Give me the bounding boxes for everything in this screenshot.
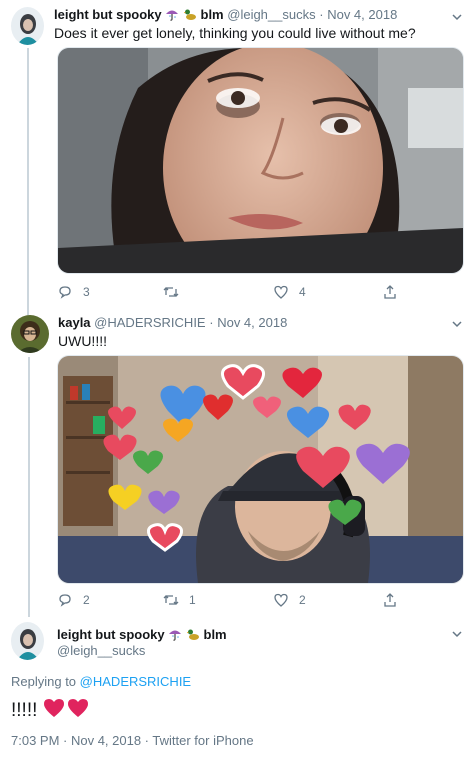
chevron-down-icon[interactable] [451, 317, 463, 329]
tweet-1[interactable]: leight but spooky blm @leigh__sucks · No… [0, 0, 474, 318]
duck-emoji [186, 627, 200, 644]
like-count: 4 [299, 285, 306, 299]
chevron-down-icon[interactable] [451, 10, 463, 22]
tweet-photo[interactable] [57, 355, 464, 584]
retweet-count: 1 [189, 593, 196, 607]
heart-emoji [67, 698, 89, 724]
heart-emoji [43, 698, 65, 724]
tweet-timestamp[interactable]: 7:03 PM · Nov 4, 2018 · Twitter for iPho… [11, 733, 254, 748]
tweet-photo[interactable] [57, 47, 464, 274]
display-name-suffix: blm [203, 627, 227, 642]
tweet-date[interactable]: Nov 4, 2018 [327, 7, 397, 22]
thread-line [27, 48, 29, 318]
retweet-icon [163, 595, 179, 605]
display-name-suffix: blm [200, 7, 224, 22]
replying-to-label: Replying to [11, 674, 77, 689]
tweet-text: UWU!!!! [58, 333, 107, 349]
tweet-text: Does it ever get lonely, thinking you co… [54, 25, 416, 41]
like-icon [274, 593, 288, 607]
display-name[interactable]: leight but spooky [54, 7, 162, 22]
retweet-icon [163, 287, 179, 297]
handle[interactable]: @HADERSRICHIE [94, 315, 205, 330]
replying-to-link[interactable]: @HADERSRICHIE [80, 674, 191, 689]
reply-button[interactable]: 2 [57, 590, 90, 610]
like-icon [274, 285, 288, 299]
reply-icon [59, 594, 71, 607]
display-name[interactable]: kayla [58, 315, 91, 330]
handle[interactable]: @leigh__sucks [57, 643, 145, 658]
separator-dot: · [319, 7, 324, 22]
tweet-date[interactable]: Nov 4, 2018 [217, 315, 287, 330]
retweet-button[interactable]: 1 [163, 590, 196, 610]
umbrella-emoji [168, 627, 182, 644]
tweet-2[interactable]: kayla @HADERSRICHIE · Nov 4, 2018 UWU!!!… [0, 305, 474, 617]
reply-icon [59, 286, 71, 299]
umbrella-emoji [165, 7, 179, 24]
tweet-actions: 2 1 2 [57, 590, 462, 610]
thread-line [28, 357, 30, 617]
reply-button[interactable]: 3 [57, 282, 90, 302]
like-button[interactable]: 2 [273, 590, 306, 610]
avatar[interactable] [11, 7, 44, 45]
focused-tweet: leight but spooky blm @leigh__sucks Repl… [0, 610, 474, 757]
share-button[interactable] [382, 282, 408, 302]
tweet-actions: 3 4 [57, 282, 462, 302]
reply-count: 3 [83, 285, 90, 299]
avatar[interactable] [11, 622, 44, 660]
handle[interactable]: @leigh__sucks [227, 7, 315, 22]
tweet-text: !!!!! [11, 700, 38, 721]
chevron-down-icon[interactable] [451, 627, 463, 639]
avatar[interactable] [11, 315, 49, 353]
separator-dot: · [209, 315, 214, 330]
like-button[interactable]: 4 [273, 282, 306, 302]
duck-emoji [183, 7, 197, 24]
like-count: 2 [299, 593, 306, 607]
share-icon [384, 285, 396, 299]
reply-count: 2 [83, 593, 90, 607]
share-icon [384, 593, 396, 607]
display-name[interactable]: leight but spooky [57, 627, 165, 642]
retweet-button[interactable] [163, 282, 189, 302]
share-button[interactable] [382, 590, 408, 610]
